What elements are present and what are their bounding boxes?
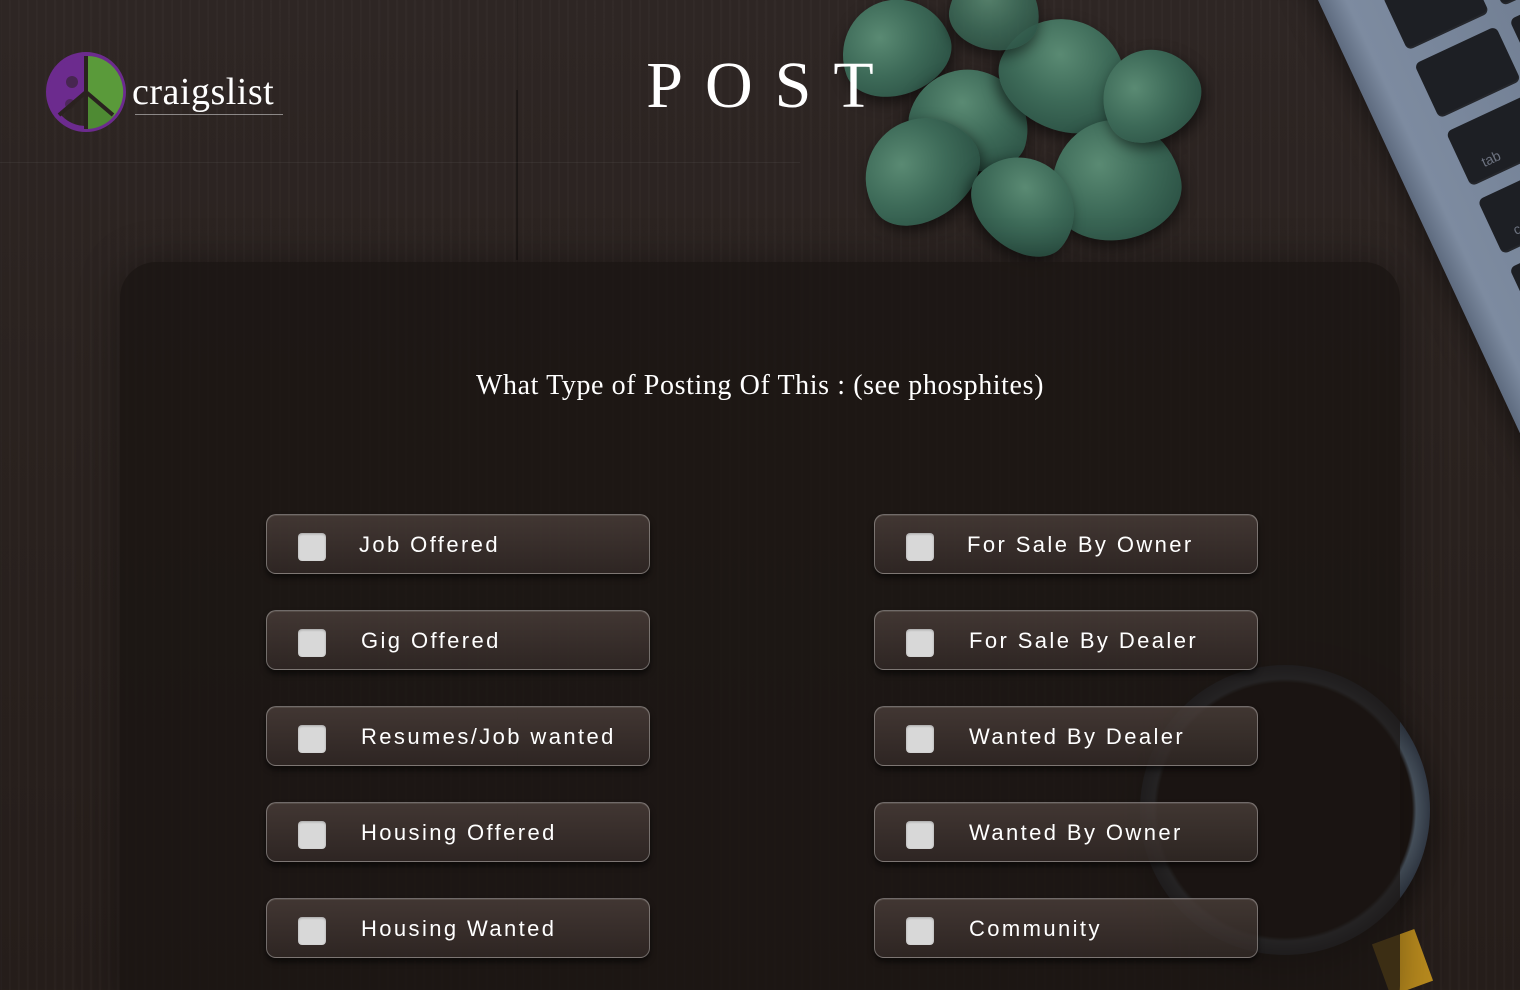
option-label: Job Offered	[359, 532, 500, 557]
checkbox[interactable]	[298, 821, 326, 849]
option-resumes-job-wanted[interactable]: Resumes/Job wanted	[266, 706, 650, 766]
option-label: Wanted By Dealer	[969, 724, 1186, 749]
posting-type-question: What Type of Posting Of This : (see phos…	[475, 370, 1045, 401]
option-housing-offered[interactable]: Housing Offered	[266, 802, 650, 862]
checkbox[interactable]	[906, 821, 934, 849]
option-label: Resumes/Job wanted	[361, 724, 616, 749]
checkbox[interactable]	[906, 725, 934, 753]
checkbox[interactable]	[906, 917, 934, 945]
option-job-offered[interactable]: Job Offered	[266, 514, 650, 574]
option-gig-offered[interactable]: Gig Offered	[266, 610, 650, 670]
option-community[interactable]: Community	[874, 898, 1258, 958]
background-plank-seam	[0, 162, 800, 163]
option-label: For Sale By Owner	[967, 532, 1194, 557]
page-title: POST	[646, 49, 896, 122]
posting-type-panel: What Type of Posting Of This : (see phos…	[120, 262, 1400, 990]
option-label: Gig Offered	[361, 628, 501, 653]
option-wanted-by-owner[interactable]: Wanted By Owner	[874, 802, 1258, 862]
checkbox[interactable]	[298, 725, 326, 753]
option-for-sale-by-dealer[interactable]: For Sale By Dealer	[874, 610, 1258, 670]
option-for-sale-by-owner[interactable]: For Sale By Owner	[874, 514, 1258, 574]
option-label: For Sale By Dealer	[969, 628, 1199, 653]
checkbox[interactable]	[298, 533, 326, 561]
option-label: Wanted By Owner	[969, 820, 1183, 845]
option-label: Housing Offered	[361, 820, 557, 845]
checkbox[interactable]	[298, 917, 326, 945]
checkbox[interactable]	[906, 629, 934, 657]
checkbox[interactable]	[906, 533, 934, 561]
option-wanted-by-dealer[interactable]: Wanted By Dealer	[874, 706, 1258, 766]
plant-decoration	[800, 0, 1220, 275]
option-housing-wanted[interactable]: Housing Wanted	[266, 898, 650, 958]
option-label: Housing Wanted	[361, 916, 557, 941]
checkbox[interactable]	[298, 629, 326, 657]
option-label: Community	[969, 916, 1102, 941]
